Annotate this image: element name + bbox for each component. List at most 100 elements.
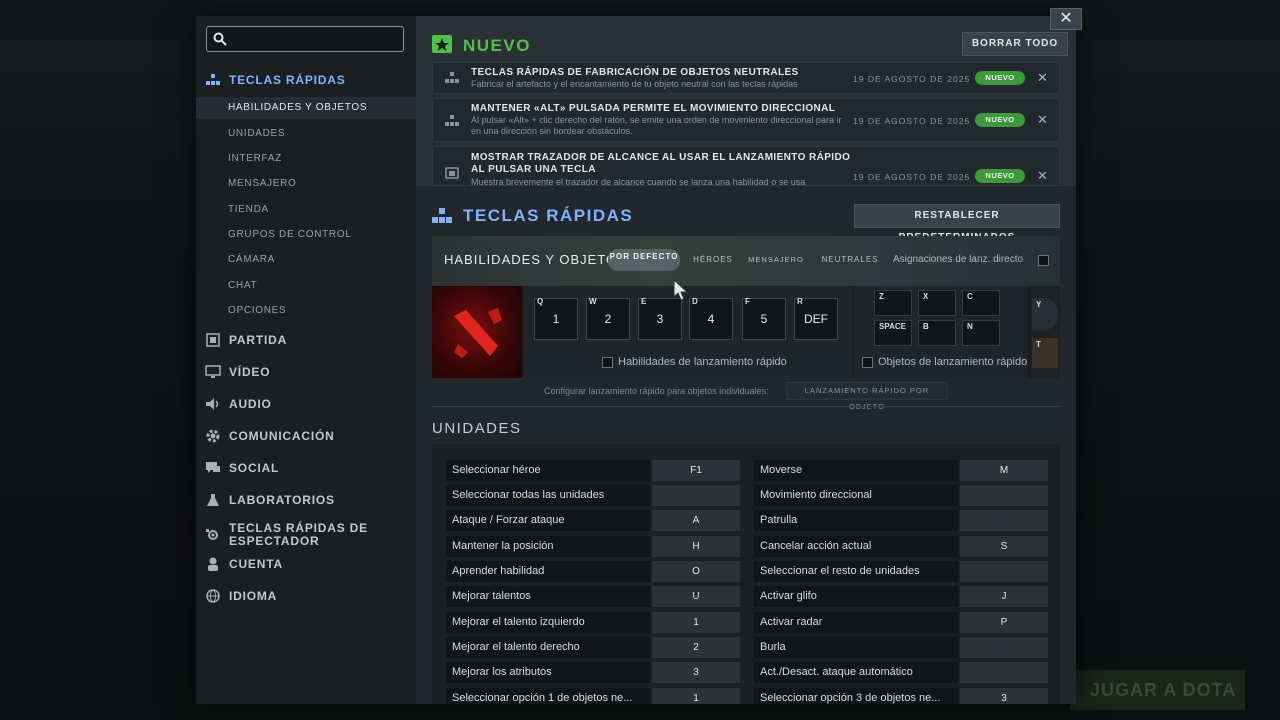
tab-heroes[interactable]: HÉROES — [688, 255, 738, 264]
tab-default[interactable]: POR DEFECTO — [608, 249, 680, 271]
sidebar-category-label: Teclas rápidas de espectador — [229, 521, 368, 548]
hotkey-binding[interactable]: U — [652, 586, 740, 607]
ability-key-value: 5 — [760, 312, 768, 326]
flask-icon — [204, 491, 222, 509]
hotkey-binding[interactable] — [960, 485, 1048, 506]
hotkey-action-label: Seleccionar todas las unidades — [446, 485, 650, 506]
ability-key-slot[interactable]: Q1 — [534, 297, 578, 340]
quick-cast-abilities-option[interactable]: Habilidades de lanzamiento rápido — [602, 356, 787, 368]
item-key-slot[interactable]: X — [918, 290, 956, 316]
sidebar-subitem-options[interactable]: Opciones — [228, 300, 408, 322]
hotkey-binding[interactable] — [960, 561, 1048, 582]
news-item-desc: Al pulsar «Alt» + clic derecho del ratón… — [471, 115, 842, 136]
tab-neutrals[interactable]: NEUTRALES — [820, 255, 880, 264]
dota-logo-icon — [454, 308, 502, 358]
hotkey-binding[interactable]: 3 — [960, 688, 1048, 704]
settings-sidebar: Teclas rápidas Habilidades y objetos Uni… — [196, 16, 416, 704]
ability-key-slot[interactable]: D4 — [689, 297, 733, 340]
item-key-letter: B — [923, 322, 929, 331]
hotkey-binding[interactable]: M — [960, 460, 1048, 481]
hotkey-action-label: Mejorar talentos — [446, 586, 650, 607]
tab-courier[interactable]: MENSAJERO — [746, 255, 806, 264]
sidebar-category-video[interactable]: Vídeo — [204, 359, 404, 385]
hotkeys-section-title: TECLAS RÁPIDAS — [463, 206, 634, 225]
sidebar-category-social[interactable]: Social — [204, 455, 404, 481]
ability-key-slot[interactable]: R DEF — [794, 297, 838, 340]
per-item-quick-cast-button[interactable]: LANZAMIENTO RÁPIDO POR OBJETO — [786, 382, 948, 411]
tp-scroll-slot[interactable]: T — [1032, 338, 1058, 368]
hotkey-binding[interactable]: P — [960, 612, 1048, 633]
item-key-slot[interactable]: SPACE — [874, 320, 912, 346]
news-item-desc: Muestra brevemente el trazador de alcanc… — [471, 177, 806, 186]
news-item[interactable]: Mantener «Alt» pulsada permite el movimi… — [432, 98, 1060, 142]
globe-icon — [204, 587, 222, 605]
sidebar-subitem-chat[interactable]: Chat — [228, 275, 408, 297]
sidebar-category-communication[interactable]: Comunicación — [204, 423, 404, 449]
ability-key-letter: E — [641, 297, 647, 306]
sidebar-category-game[interactable]: Partida — [204, 327, 404, 353]
hotkeys-icon — [445, 72, 459, 83]
ability-key-slot[interactable]: W2 — [586, 297, 630, 340]
sidebar-category-hotkeys[interactable]: Teclas rápidas — [204, 67, 404, 93]
hotkey-action-label: Activar radar — [754, 612, 958, 633]
sidebar-subitem-control-groups[interactable]: Grupos de control — [228, 224, 408, 246]
hotkey-binding[interactable]: A — [652, 510, 740, 531]
neutral-item-slot[interactable]: Y — [1032, 298, 1058, 330]
sidebar-subitem-camera[interactable]: Cámara — [228, 249, 408, 271]
hotkey-binding[interactable]: 1 — [652, 688, 740, 704]
hotkey-binding[interactable]: F1 — [652, 460, 740, 481]
news-item-date: 19 de agosto de 2025 — [853, 116, 971, 126]
clear-all-button[interactable]: BORRAR TODO — [962, 32, 1068, 56]
sidebar-category-label: Social — [229, 461, 280, 475]
quick-cast-items-checkbox[interactable] — [862, 356, 873, 368]
hotkey-binding[interactable]: 1 — [652, 612, 740, 633]
hotkey-binding[interactable]: 2 — [652, 637, 740, 658]
new-badge: NUEVO — [975, 71, 1025, 85]
ability-key-slot[interactable]: E3 — [638, 297, 682, 340]
hotkeys-icon — [432, 208, 452, 223]
reset-defaults-button[interactable]: RESTABLECER PREDETERMINADOS — [854, 204, 1060, 243]
hotkey-action-label: Patrulla — [754, 510, 958, 531]
item-key-letter: Z — [879, 292, 884, 301]
close-button[interactable]: ✕ — [1050, 8, 1082, 30]
item-key-slot[interactable]: Z — [874, 290, 912, 316]
news-item[interactable]: Mostrar trazador de alcance al usar el l… — [432, 146, 1060, 186]
sidebar-subitem-shop[interactable]: Tienda — [228, 199, 408, 221]
hotkey-binding[interactable]: J — [960, 586, 1048, 607]
dismiss-icon[interactable]: ✕ — [1037, 168, 1048, 184]
item-key-slot[interactable]: C — [962, 290, 1000, 316]
hotkey-binding[interactable] — [652, 485, 740, 506]
hotkey-binding[interactable]: H — [652, 536, 740, 557]
sidebar-category-language[interactable]: Idioma — [204, 583, 404, 609]
sidebar-category-labs[interactable]: Laboratorios — [204, 487, 404, 513]
hotkey-binding[interactable]: S — [960, 536, 1048, 557]
sidebar-subitem-units[interactable]: Unidades — [228, 123, 408, 145]
hotkey-binding[interactable] — [960, 510, 1048, 531]
item-key-slot[interactable]: N — [962, 320, 1000, 346]
sidebar-category-audio[interactable]: Audio — [204, 391, 404, 417]
item-key-slot[interactable]: B — [918, 320, 956, 346]
quick-cast-items-option[interactable]: Objetos de lanzamiento rápido — [862, 356, 1027, 368]
divider — [432, 406, 1060, 407]
news-item[interactable]: Teclas rápidas de fabricación de objetos… — [432, 62, 1060, 94]
hotkey-binding[interactable] — [960, 662, 1048, 683]
hotkey-binding[interactable] — [960, 637, 1048, 658]
sidebar-category-spectator-hotkeys[interactable]: Teclas rápidas de espectador — [204, 518, 404, 552]
ability-key-slot[interactable]: F5 — [742, 297, 786, 340]
dismiss-icon[interactable]: ✕ — [1037, 112, 1048, 128]
dismiss-icon[interactable]: ✕ — [1037, 70, 1048, 86]
sidebar-subitem-abilities-items[interactable]: Habilidades y objetos — [196, 97, 416, 119]
sidebar-category-account[interactable]: Cuenta — [204, 551, 404, 577]
hotkey-action-label: Seleccionar opción 1 de objetos ne... — [446, 688, 650, 704]
mouse-cursor-icon — [674, 280, 689, 301]
sidebar-subitem-interface[interactable]: Interfaz — [228, 148, 408, 170]
quick-cast-abilities-checkbox[interactable] — [602, 356, 613, 368]
direct-cast-checkbox[interactable] — [1038, 255, 1049, 266]
hotkey-binding[interactable]: 3 — [652, 662, 740, 683]
new-section: NUEVO BORRAR TODO Teclas rápidas de fabr… — [416, 16, 1076, 186]
hotkey-binding[interactable]: O — [652, 561, 740, 582]
direct-cast-label: Asignaciones de lanz. directo — [893, 254, 1024, 265]
search-input[interactable] — [206, 26, 404, 52]
hotkey-action-label: Mejorar los atributos — [446, 662, 650, 683]
sidebar-subitem-courier[interactable]: Mensajero — [228, 173, 408, 195]
